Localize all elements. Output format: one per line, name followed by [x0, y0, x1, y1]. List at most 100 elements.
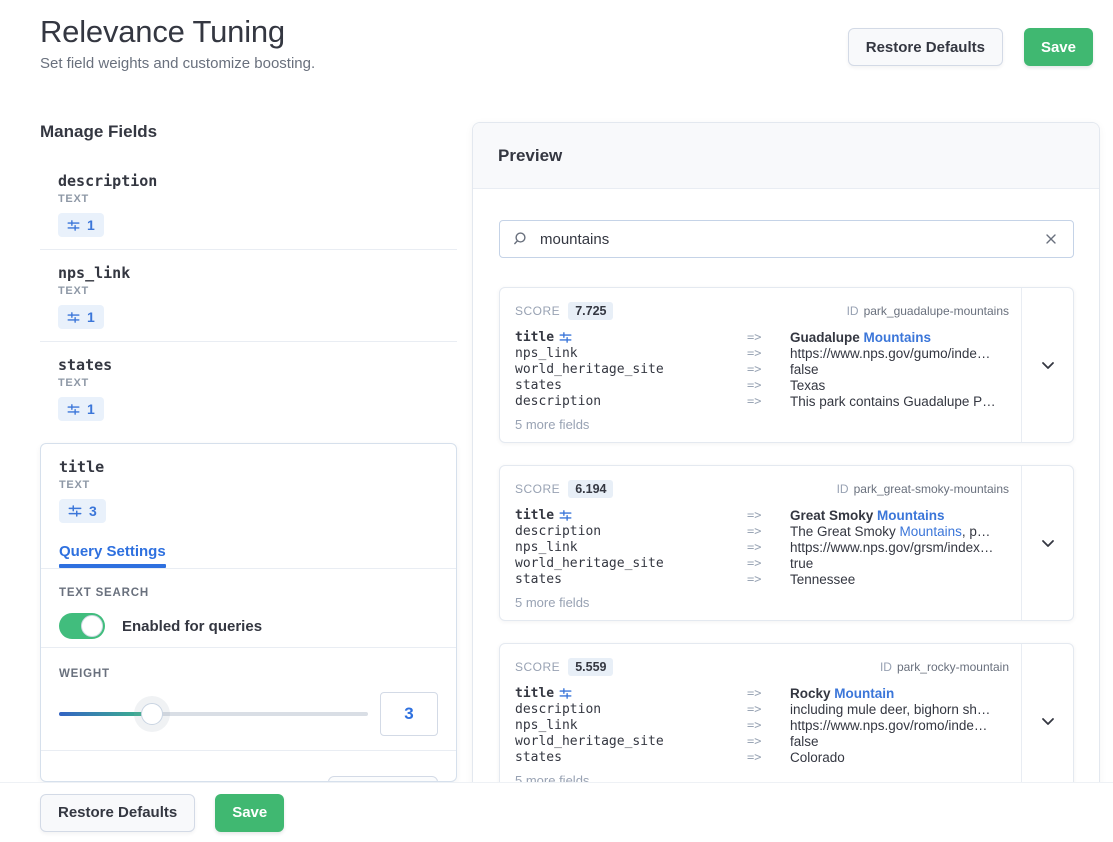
arrow-glyph: => [747, 346, 790, 360]
slider-row: 3 [59, 692, 438, 736]
field-row: nps_link=>https://www.nps.gov/romo/inde… [515, 717, 1009, 733]
footer-save-button[interactable]: Save [215, 794, 284, 832]
field-label-text: description [515, 702, 601, 717]
manage-fields-heading: Manage Fields [40, 122, 457, 142]
footer-restore-defaults-button[interactable]: Restore Defaults [40, 794, 195, 832]
page-header: Relevance Tuning Set field weights and c… [40, 14, 315, 72]
highlighted-term: Mountains [864, 330, 932, 345]
field-row-label: title [515, 508, 747, 523]
result-main: SCORE6.194 ID park_great-smoky-mountainsti… [500, 466, 1021, 620]
score-badge: 7.725 [568, 302, 613, 320]
field-weight-value: 1 [87, 217, 95, 233]
value-text: This park contains Guadalupe P… [790, 394, 996, 409]
result-card: SCORE5.559IDpark_rocky-mountaintitle=>Ro… [499, 643, 1074, 799]
field-label-text: nps_link [515, 540, 578, 555]
id-value: park_great-smoky-mountains [854, 482, 1009, 496]
arrow-glyph: => [747, 702, 790, 716]
arrow-glyph: => [747, 508, 790, 522]
field-row-value: Texas [790, 378, 1009, 393]
more-fields-text: 5 more fields [515, 417, 1009, 432]
field-row-value: This park contains Guadalupe P… [790, 394, 1009, 409]
sliders-icon [68, 504, 82, 518]
text-search-toggle[interactable] [59, 613, 105, 639]
results-list: SCORE7.725IDpark_guadalupe-mountainstitl… [499, 287, 1074, 799]
field-row-value: true [790, 556, 1009, 571]
expand-result-button[interactable] [1040, 357, 1056, 373]
field-type: TEXT [58, 285, 457, 297]
field-row: description=>The Great Smoky Mountains, … [515, 523, 1009, 539]
weight-input[interactable]: 3 [380, 692, 438, 736]
save-button[interactable]: Save [1024, 28, 1093, 66]
field-row-label: states [515, 378, 747, 393]
field-row-value: false [790, 362, 1009, 377]
score-label: SCORE [515, 660, 560, 674]
arrow-glyph: => [747, 540, 790, 554]
arrow-glyph: => [747, 330, 790, 344]
weight-slider-thumb[interactable] [141, 703, 163, 725]
field-row-value: Great Smoky Mountains [790, 508, 1009, 523]
field-label-text: world_heritage_site [515, 734, 664, 749]
search-input[interactable] [540, 231, 1031, 248]
field-item[interactable]: statesTEXT1 [40, 342, 457, 433]
value-text: Great Smoky [790, 508, 877, 523]
field-row-value: false [790, 734, 1009, 749]
field-row: description =>including mule deer, bighor… [515, 701, 1009, 717]
value-text: including mule deer, bighorn sh… [790, 702, 990, 717]
result-fields: title=>Rocky Mountaindescription=>includ… [515, 685, 1009, 765]
field-row-label: title [515, 330, 747, 345]
value-text: https://www.nps.gov/gumo/inde… [790, 346, 990, 361]
field-row: world_heritage_site=>false [515, 733, 1009, 749]
highlighted-term: Mountains [900, 524, 962, 539]
arrow-glyph: => [747, 750, 790, 764]
weight-label: WEIGHT [59, 668, 438, 680]
result-head: SCORE6.194 ID park_great-smoky-mountains [515, 480, 1009, 498]
result-id: IDpark_rocky-mountain [880, 660, 1009, 674]
weight-slider[interactable] [59, 712, 368, 716]
result-id: ID park_great-smoky-mountains [837, 482, 1009, 496]
field-type: TEXT [58, 377, 457, 389]
field-row: states=>Texas [515, 377, 1009, 393]
score-badge: 5.559 [568, 658, 613, 676]
field-row-label: description [515, 702, 747, 717]
id-value: park_rocky-mountain [897, 660, 1009, 674]
field-row: nps_link =>https://www.nps.gov/grsm/index… [515, 539, 1009, 555]
field-row-label: world_heritage_site [515, 362, 747, 377]
search-icon [513, 231, 529, 247]
field-row: nps_link=>https://www.nps.gov/gumo/inde… [515, 345, 1009, 361]
clear-search-icon[interactable] [1042, 230, 1060, 248]
field-item[interactable]: descriptionTEXT1 [40, 158, 457, 250]
expand-result-button[interactable] [1040, 713, 1056, 729]
value-text: Tennessee [790, 572, 855, 587]
score-badge: 6.194 [568, 480, 613, 498]
sliders-icon [67, 403, 80, 416]
id-label: ID [837, 482, 849, 496]
expand-column [1021, 644, 1073, 798]
arrow-glyph: => [747, 686, 790, 700]
arrow-glyph: => [747, 362, 790, 376]
score: SCORE7.725 [515, 302, 613, 320]
field-label-text: states [515, 750, 562, 765]
value-text: The Great Smoky [790, 524, 900, 539]
field-row-value: Tennessee [790, 572, 1009, 587]
score: SCORE6.194 [515, 480, 613, 498]
field-row-label: title [515, 686, 747, 701]
expand-result-button[interactable] [1040, 535, 1056, 551]
value-text: false [790, 734, 819, 749]
field-label-text: states [515, 572, 562, 587]
sliders-icon [559, 509, 572, 522]
field-row: states=>Colorado [515, 749, 1009, 765]
field-row: states=>Tennessee [515, 571, 1009, 587]
field-row: title=>Rocky Mountain [515, 685, 1009, 701]
tab-query-settings[interactable]: Query Settings [59, 543, 166, 568]
field-row: title=>Great Smoky Mountains [515, 507, 1009, 523]
field-row-value: Rocky Mountain [790, 686, 1009, 701]
restore-defaults-button[interactable]: Restore Defaults [848, 28, 1003, 66]
field-name: nps_link [58, 264, 457, 282]
header-actions: Restore Defaults Save [848, 28, 1093, 66]
slider-fill [59, 712, 152, 716]
page-footer: Restore Defaults Save [0, 782, 1113, 842]
preview-header: Preview [473, 123, 1099, 189]
field-item[interactable]: nps_linkTEXT1 [40, 250, 457, 342]
sliders-icon [67, 219, 80, 232]
value-text: https://www.nps.gov/grsm/index… [790, 540, 993, 555]
